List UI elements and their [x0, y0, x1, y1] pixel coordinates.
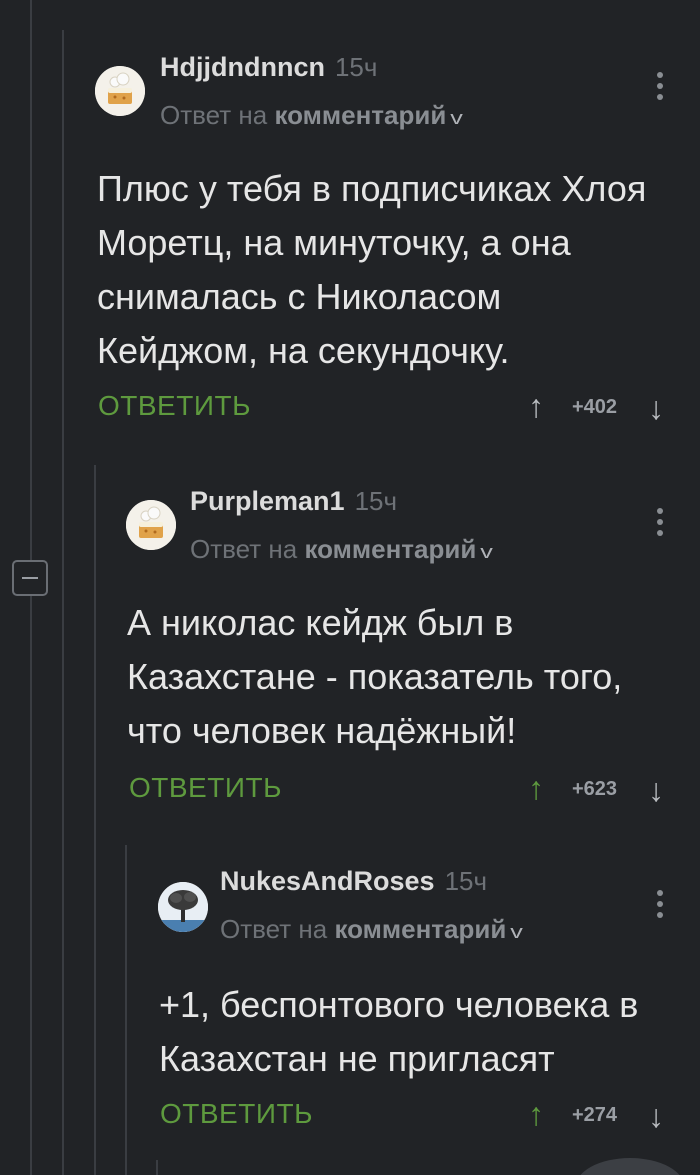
comment-score: +623 — [572, 778, 618, 800]
chevron-down-icon[interactable]: v — [511, 922, 524, 943]
cake-avatar-icon — [126, 500, 176, 550]
thread-line — [30, 596, 32, 1175]
reply-prefix: Ответ на — [160, 100, 268, 130]
comment-text: А николас кейдж был в Казахстане - показ… — [127, 602, 623, 751]
downvote-arrow-icon[interactable]: ↓ — [648, 1100, 664, 1132]
downvote-arrow-icon[interactable]: ↓ — [648, 392, 664, 424]
avatar[interactable] — [126, 500, 176, 550]
floating-action-button[interactable] — [575, 1158, 685, 1175]
chevron-down-icon[interactable]: v — [481, 542, 494, 563]
minus-icon — [22, 577, 38, 579]
thread-line — [156, 1160, 158, 1175]
upvote-arrow-icon[interactable]: ↑ — [528, 772, 544, 804]
comment-thread: Hdjjdndnncn 15ч Ответ на комментарий v Плю… — [0, 0, 700, 1175]
comment-time: 15ч — [334, 52, 378, 82]
author-name[interactable]: Purpleman1 — [190, 486, 345, 516]
avatar[interactable] — [158, 882, 208, 932]
more-menu-icon[interactable] — [654, 890, 666, 926]
comment-author[interactable]: Hdjjdndnncn 15ч — [160, 52, 377, 83]
downvote-arrow-icon[interactable]: ↓ — [648, 774, 664, 806]
comment-author[interactable]: Purpleman1 15ч — [190, 486, 397, 517]
thread-line — [62, 30, 64, 1175]
thread-line — [94, 465, 96, 1175]
more-menu-icon[interactable] — [654, 508, 666, 544]
reply-button[interactable]: ОТВЕТИТЬ — [98, 390, 251, 422]
thread-line — [125, 845, 127, 1175]
more-menu-icon[interactable] — [654, 72, 666, 108]
collapse-thread-button[interactable] — [12, 560, 48, 596]
author-name[interactable]: NukesAndRoses — [220, 866, 435, 896]
comment-text: Плюс у тебя в подписчиках Хлоя Моретц, н… — [97, 168, 647, 371]
comment-author[interactable]: NukesAndRoses 15ч — [220, 866, 487, 897]
cake-avatar-icon — [95, 66, 145, 116]
chevron-down-icon[interactable]: v — [451, 108, 464, 129]
reply-to-link[interactable]: Ответ на комментарий v — [160, 100, 464, 131]
reply-target[interactable]: комментарий — [304, 534, 476, 564]
upvote-arrow-icon[interactable]: ↑ — [528, 1098, 544, 1130]
reply-prefix: Ответ на — [190, 534, 298, 564]
reply-target[interactable]: комментарий — [274, 100, 446, 130]
reply-prefix: Ответ на — [220, 914, 328, 944]
reply-button[interactable]: ОТВЕТИТЬ — [129, 772, 282, 804]
upvote-arrow-icon[interactable]: ↑ — [528, 390, 544, 422]
reply-target[interactable]: комментарий — [334, 914, 506, 944]
reply-to-link[interactable]: Ответ на комментарий v — [220, 914, 524, 945]
comment-time: 15ч — [354, 486, 398, 516]
tree-avatar-icon — [158, 882, 208, 932]
reply-button[interactable]: ОТВЕТИТЬ — [160, 1098, 313, 1130]
thread-line — [30, 0, 32, 560]
comment-score: +274 — [572, 1104, 618, 1126]
comment-text: +1, беспонтового человека в Казахстан не… — [159, 984, 639, 1079]
author-name[interactable]: Hdjjdndnncn — [160, 52, 325, 82]
comment-score: +402 — [572, 396, 618, 418]
reply-to-link[interactable]: Ответ на комментарий v — [190, 534, 494, 565]
comment-time: 15ч — [444, 866, 488, 896]
avatar[interactable] — [95, 66, 145, 116]
